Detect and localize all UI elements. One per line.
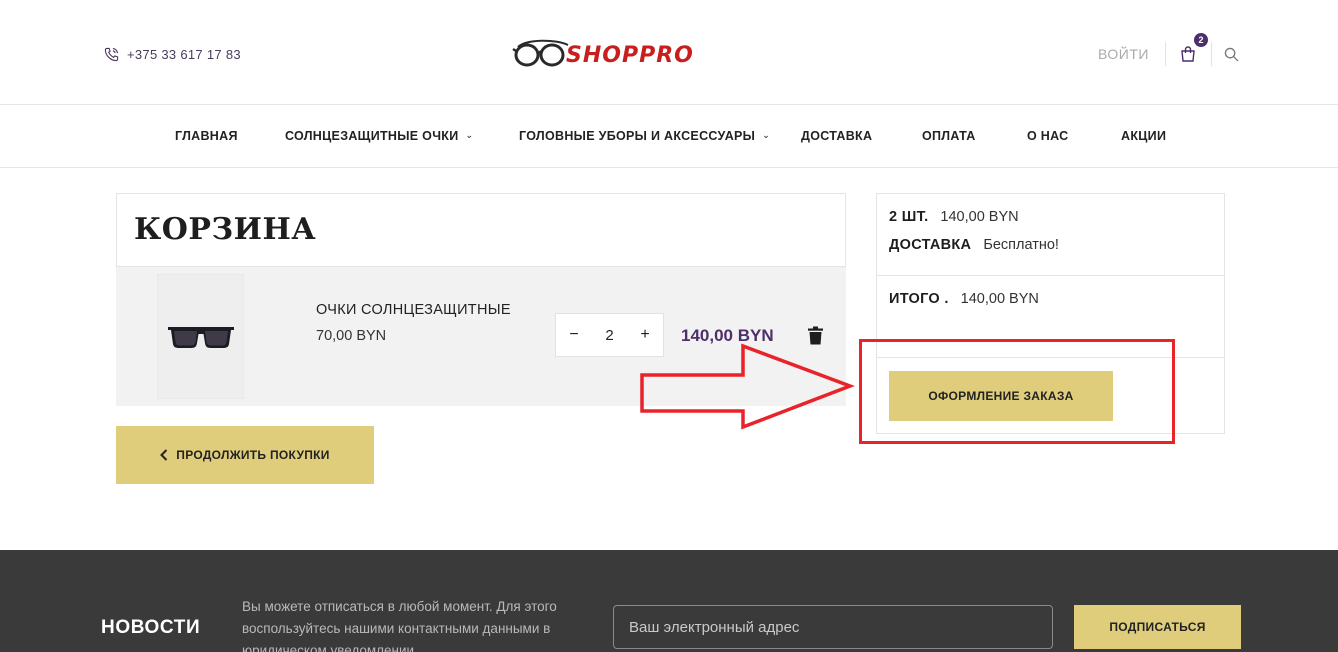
nav-item-promotions[interactable]: АКЦИИ — [1121, 129, 1166, 143]
summary-divider — [877, 275, 1224, 276]
site-logo[interactable]: SHOPPRO — [512, 33, 740, 77]
nav-item-payment[interactable]: ОПЛАТА — [922, 129, 976, 143]
phone-icon — [104, 47, 119, 62]
glasses-logo-icon — [512, 39, 569, 67]
nav-item-label: ОПЛАТА — [922, 129, 976, 143]
continue-shopping-button[interactable]: ПРОДОЛЖИТЬ ПОКУПКИ — [116, 426, 374, 484]
quantity-value[interactable]: 2 — [605, 327, 613, 344]
search-button[interactable] — [1212, 42, 1252, 66]
main-nav: ГЛАВНАЯ СОЛНЦЕЗАЩИТНЫЕ ОЧКИ ⌄ ГОЛОВНЫЕ У… — [0, 106, 1338, 168]
nav-item-label: ДОСТАВКА — [801, 129, 873, 143]
cart-button[interactable]: 2 — [1166, 33, 1212, 66]
cart-count-badge: 2 — [1193, 33, 1208, 47]
summary-delivery-line: ДОСТАВКА Бесплатно! — [889, 237, 1059, 253]
newsletter-description: Вы можете отписаться в любой момент. Для… — [242, 599, 557, 652]
nav-item-label: О НАС — [1027, 129, 1069, 143]
email-field[interactable] — [613, 605, 1053, 649]
summary-count-line: 2 ШТ. 140,00 BYN — [889, 209, 1019, 225]
product-name[interactable]: ОЧКИ СОЛНЦЕЗАЩИТНЫЕ — [316, 302, 511, 318]
search-icon — [1225, 47, 1239, 62]
summary-count-label: 2 ШТ. — [889, 209, 929, 225]
phone-number: +375 33 617 17 83 — [127, 47, 241, 62]
summary-delivery-label: ДОСТАВКА — [889, 237, 972, 253]
logo-wordmark: SHOPPRO — [566, 43, 694, 68]
page-title: КОРЗИНА — [134, 212, 317, 247]
cart-header: КОРЗИНА — [116, 193, 846, 267]
summary-total-value: 140,00 BYN — [960, 291, 1039, 307]
newsletter-title: НОВОСТИ — [101, 617, 201, 638]
chevron-left-icon — [160, 449, 168, 461]
bag-icon — [1181, 46, 1196, 62]
subscribe-button[interactable]: ПОДПИСАТЬСЯ — [1074, 605, 1241, 649]
nav-item-label: СОЛНЦЕЗАЩИТНЫЕ ОЧКИ — [285, 129, 459, 143]
continue-shopping-label: ПРОДОЛЖИТЬ ПОКУПКИ — [176, 448, 330, 462]
nav-item-label: АКЦИИ — [1121, 129, 1167, 143]
nav-item-delivery[interactable]: ДОСТАВКА — [801, 129, 872, 143]
quantity-decrease-button[interactable]: − — [566, 326, 582, 344]
nav-item-headwear[interactable]: ГОЛОВНЫЕ УБОРЫ И АКСЕССУАРЫ ⌄ — [519, 129, 770, 143]
top-header: +375 33 617 17 83 SHOPPRO ВОЙТИ 2 — [0, 0, 1338, 105]
nav-item-label: ГЛАВНАЯ — [175, 129, 238, 143]
nav-item-label: ГОЛОВНЫЕ УБОРЫ И АКСЕССУАРЫ — [519, 129, 756, 143]
nav-item-home[interactable]: ГЛАВНАЯ — [175, 129, 238, 143]
nav-item-sunglasses[interactable]: СОЛНЦЕЗАЩИТНЫЕ ОЧКИ ⌄ — [285, 129, 473, 143]
chevron-down-icon: ⌄ — [762, 129, 771, 140]
summary-total-line: ИТОГО . 140,00 BYN — [889, 291, 1039, 307]
phone-link[interactable]: +375 33 617 17 83 — [104, 47, 241, 62]
summary-delivery-value: Бесплатно! — [983, 237, 1059, 253]
sunglasses-image — [168, 327, 234, 348]
summary-count-value: 140,00 BYN — [940, 209, 1019, 225]
nav-item-about[interactable]: О НАС — [1027, 129, 1068, 143]
login-link[interactable]: ВОЙТИ — [1090, 42, 1166, 66]
footer-newsletter: НОВОСТИ Вы можете отписаться в любой мом… — [0, 550, 1338, 652]
annotation-arrow-icon — [640, 343, 855, 430]
annotation-highlight-box — [859, 339, 1175, 444]
header-actions: ВОЙТИ 2 — [1090, 33, 1252, 66]
product-unit-price: 70,00 BYN — [316, 328, 387, 344]
product-image[interactable] — [157, 274, 244, 399]
chevron-down-icon: ⌄ — [465, 129, 474, 140]
summary-total-label: ИТОГО . — [889, 291, 949, 307]
